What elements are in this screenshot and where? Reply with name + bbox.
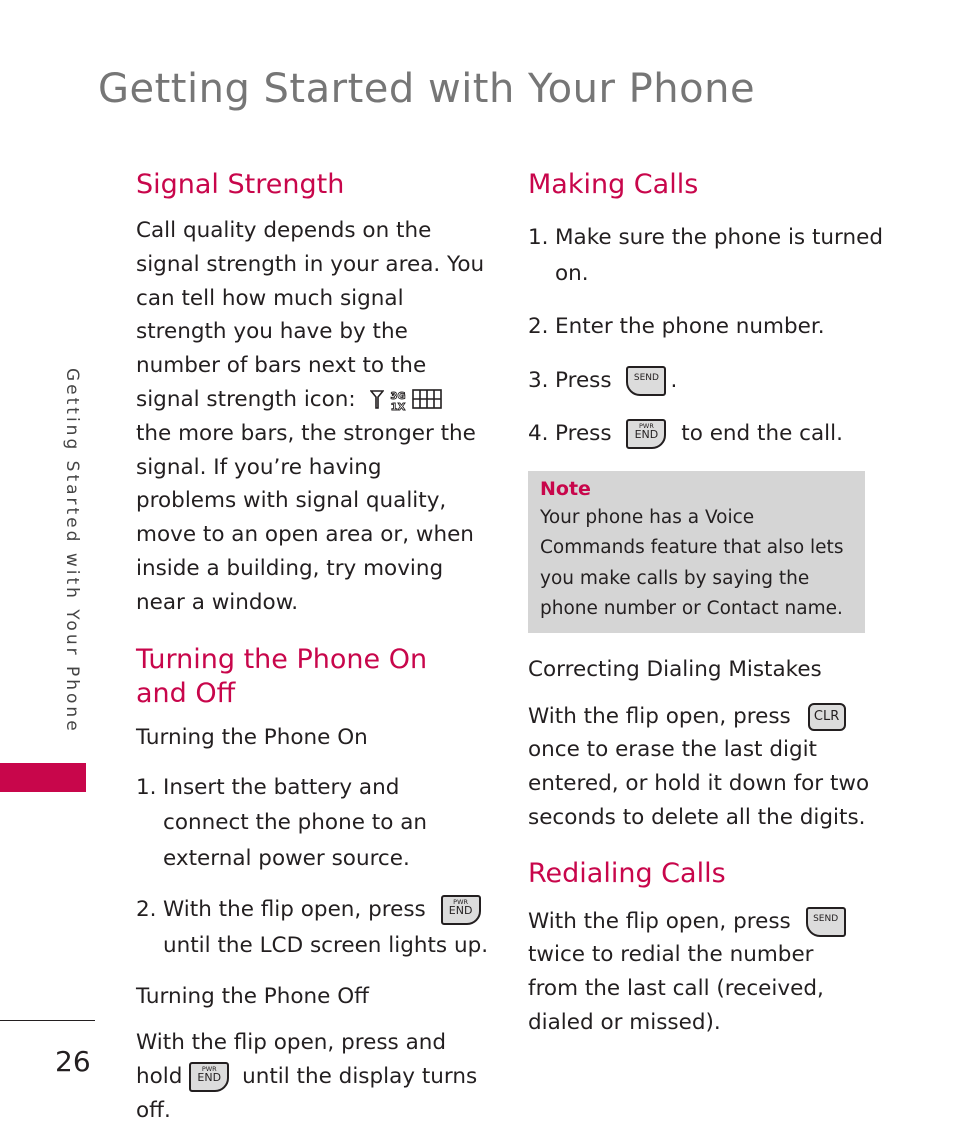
list-item: 2. Enter the phone number. <box>528 314 825 339</box>
correcting-text: With the flip open, press CLR once to er… <box>528 702 870 830</box>
left-column: Signal Strength Call quality depends on … <box>136 168 492 1127</box>
right-column: Making Calls 1. Make sure the phone is t… <box>528 168 883 1040</box>
clr-key-icon: CLR <box>807 702 846 731</box>
list-item: 3. Press SEND. <box>528 363 878 399</box>
signal-icons: 3G 1X <box>370 389 443 411</box>
section-redialing-calls: Redialing Calls With the flip open, pres… <box>528 857 878 1040</box>
section-correcting-mistakes: Correcting Dialing Mistakes With the fli… <box>528 655 878 835</box>
signal-text-after: the more bars, the stronger the signal. … <box>136 420 476 615</box>
end-key-icon: PWR END <box>626 419 667 449</box>
note-title: Note <box>540 477 591 500</box>
note-box: Note Your phone has a Voice Commands fea… <box>528 470 865 633</box>
subheading-turning-phone-on: Turning the Phone On <box>136 724 368 750</box>
subheading-turning-phone-off: Turning the Phone Off <box>136 984 369 1010</box>
section-signal-strength: Signal Strength Call quality depends on … <box>136 168 492 620</box>
footer-divider <box>0 1020 95 1021</box>
heading-making-calls: Making Calls <box>528 169 699 200</box>
subheading-correcting-dialing-mistakes: Correcting Dialing Mistakes <box>528 656 822 682</box>
3g-1x-icon: 3G 1X <box>390 391 406 411</box>
signal-strength-text: Call quality depends on the signal stren… <box>136 214 488 620</box>
signal-bars-icon <box>412 389 443 409</box>
heading-turning-phone-on-off: Turning the Phone On and Off <box>136 643 428 709</box>
note-body: Your phone has a Voice Commands feature … <box>540 506 844 620</box>
redial-text: With the flip open, press SEND twice to … <box>528 905 868 1040</box>
section-power: Turning the Phone On and Off Turning the… <box>136 643 492 1128</box>
list-item: 1. Make sure the phone is turned on. <box>528 225 883 286</box>
antenna-icon <box>370 390 385 409</box>
svg-text:3G: 3G <box>391 391 406 402</box>
section-making-calls: Making Calls 1. Make sure the phone is t… <box>528 168 883 452</box>
heading-signal-strength: Signal Strength <box>136 169 345 200</box>
list-item: 2. With the flip open, press PWR END unt… <box>136 895 489 958</box>
end-key-icon: PWR END <box>440 895 481 926</box>
send-key-icon: SEND <box>805 906 846 937</box>
end-key-icon: PWR END <box>189 1061 230 1092</box>
list-item: 4. Press PWR END to end the call. <box>528 416 878 452</box>
signal-text-before: Call quality depends on the signal stren… <box>136 218 485 412</box>
list-item: 1. Insert the battery and connect the ph… <box>136 774 427 871</box>
making-calls-steps: 1. Make sure the phone is turned on. 2. … <box>528 220 883 452</box>
page-title: Getting Started with Your Phone <box>98 66 756 112</box>
heading-redialing-calls: Redialing Calls <box>528 857 726 889</box>
send-key-icon: SEND <box>626 365 667 396</box>
power-off-text: With the flip open, press and hold PWR E… <box>136 1030 478 1123</box>
side-tab-label: Getting Started with Your Phone <box>62 368 82 734</box>
side-tab-marker <box>0 763 86 792</box>
power-on-steps: 1. Insert the battery and connect the ph… <box>136 770 492 964</box>
svg-text:1X: 1X <box>391 402 406 411</box>
page-number: 26 <box>55 1045 91 1078</box>
